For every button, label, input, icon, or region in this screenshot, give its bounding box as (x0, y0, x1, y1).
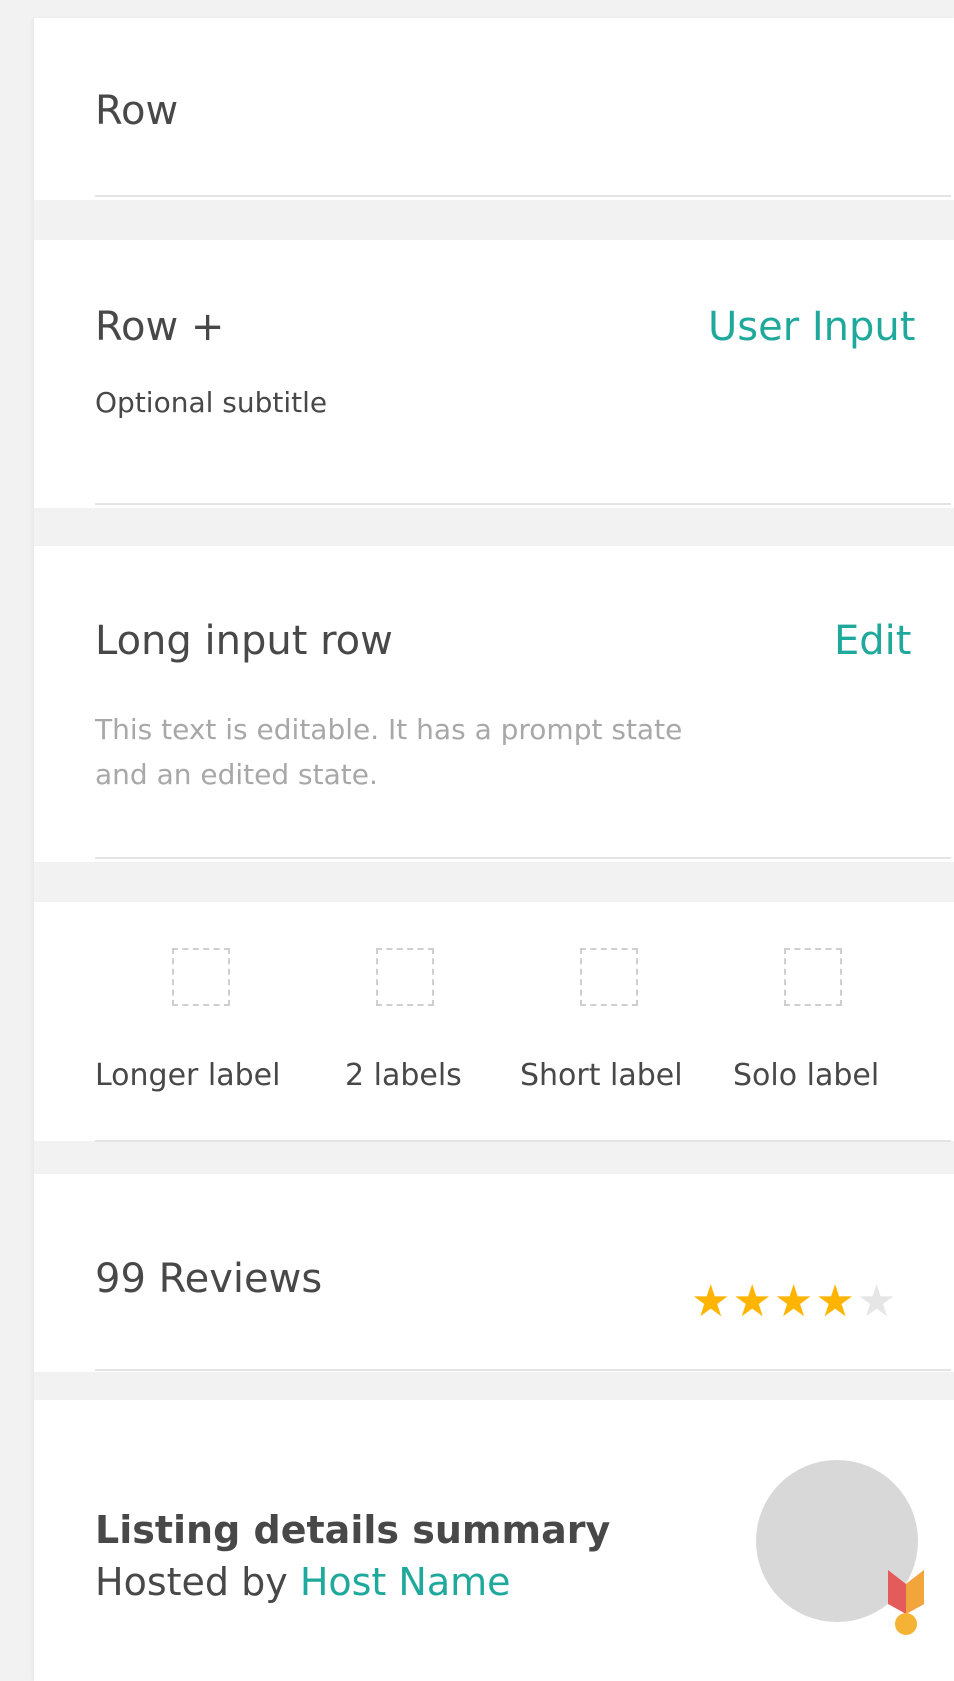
row-reviews-divider (95, 1369, 951, 1371)
row-long-input[interactable]: Long input row Edit This text is editabl… (34, 546, 954, 862)
hosted-by-line: Hosted by Host Name (95, 1560, 511, 1604)
row-long-input-divider (95, 857, 951, 859)
star-rating: ★★★★★ (691, 1280, 898, 1324)
user-input-value[interactable]: User Input (708, 304, 915, 350)
row-with-input-divider (95, 503, 951, 505)
icon-label-two: 2 labels (345, 1058, 462, 1093)
row-icons: Longer label 2 labels Short label Solo l… (34, 902, 954, 1142)
row-listing[interactable]: Listing details summary Hosted by Host N… (34, 1400, 954, 1681)
star-icon: ★ (691, 1276, 733, 1327)
row-reviews[interactable]: 99 Reviews ★★★★★ (34, 1174, 954, 1372)
hosted-by-label: Hosted by (95, 1560, 288, 1604)
star-empty-icon: ★ (856, 1276, 899, 1327)
icon-label-short: Short label (520, 1058, 683, 1093)
placeholder-icon[interactable] (784, 948, 842, 1006)
star-icon: ★ (815, 1276, 857, 1327)
star-icon: ★ (732, 1276, 774, 1327)
long-input-title: Long input row (95, 618, 393, 664)
icon-label-solo: Solo label (733, 1058, 880, 1093)
host-name-link[interactable]: Host Name (300, 1560, 511, 1604)
reviews-count: 99 Reviews (95, 1256, 323, 1302)
row-simple-divider (95, 195, 951, 197)
placeholder-icon[interactable] (376, 948, 434, 1006)
row-icons-divider (95, 1140, 951, 1142)
long-input-text[interactable]: This text is editable. It has a prompt s… (95, 707, 685, 797)
superhost-badge-icon (888, 1570, 924, 1635)
rows-sheet: Row Row + Optional subtitle User Input L… (34, 18, 954, 1681)
placeholder-icon[interactable] (580, 948, 638, 1006)
listing-title: Listing details summary (95, 1508, 611, 1552)
row-simple[interactable]: Row (34, 18, 954, 200)
row-with-input[interactable]: Row + Optional subtitle User Input (34, 240, 954, 508)
icon-label-longer: Longer label (95, 1058, 281, 1093)
row-with-input-subtitle: Optional subtitle (95, 386, 328, 419)
star-icon: ★ (773, 1276, 816, 1327)
row-with-input-title: Row + (95, 304, 225, 350)
placeholder-icon[interactable] (172, 948, 230, 1006)
row-simple-title: Row (95, 88, 179, 134)
edit-button[interactable]: Edit (834, 618, 911, 664)
